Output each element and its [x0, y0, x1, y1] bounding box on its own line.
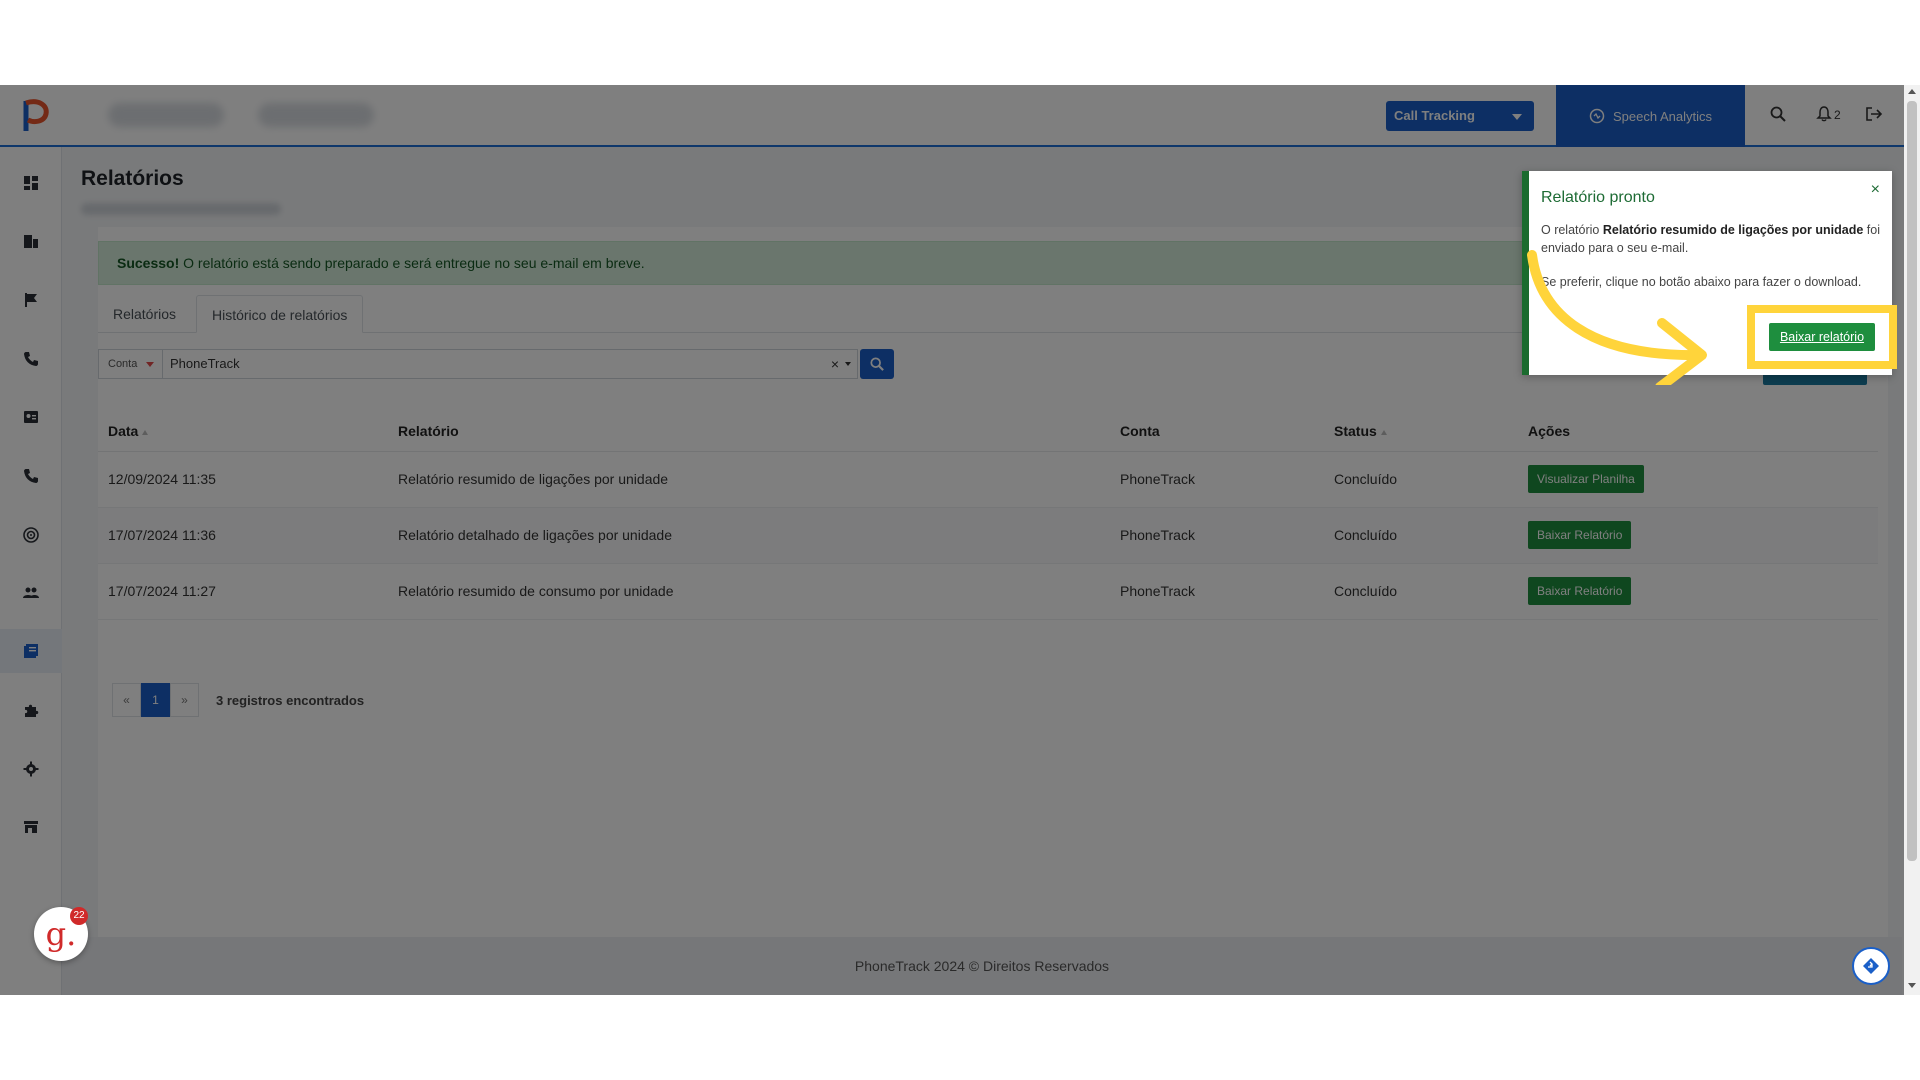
- arrow-annotation-icon: [1527, 250, 1707, 385]
- toast-report-name: Relatório resumido de ligações por unida…: [1602, 223, 1864, 237]
- scroll-down-arrow[interactable]: [1908, 983, 1916, 988]
- download-report-toast-button[interactable]: Baixar relatório: [1768, 323, 1876, 351]
- scrollbar-thumb[interactable]: [1907, 101, 1917, 861]
- help-widget[interactable]: [1852, 947, 1890, 985]
- vertical-scrollbar[interactable]: [1904, 85, 1920, 995]
- scroll-up-arrow[interactable]: [1908, 89, 1916, 94]
- toast-title: Relatório pronto: [1541, 189, 1655, 206]
- close-icon[interactable]: ×: [1871, 181, 1880, 199]
- toast-text: O relatório: [1541, 223, 1603, 237]
- highlight-box: Baixar relatório: [1747, 305, 1897, 369]
- diamond-arrow-icon: [1863, 958, 1879, 974]
- app-frame: Call Tracking Speech Analytics 2: [0, 85, 1920, 995]
- chat-count-badge: 22: [70, 907, 88, 925]
